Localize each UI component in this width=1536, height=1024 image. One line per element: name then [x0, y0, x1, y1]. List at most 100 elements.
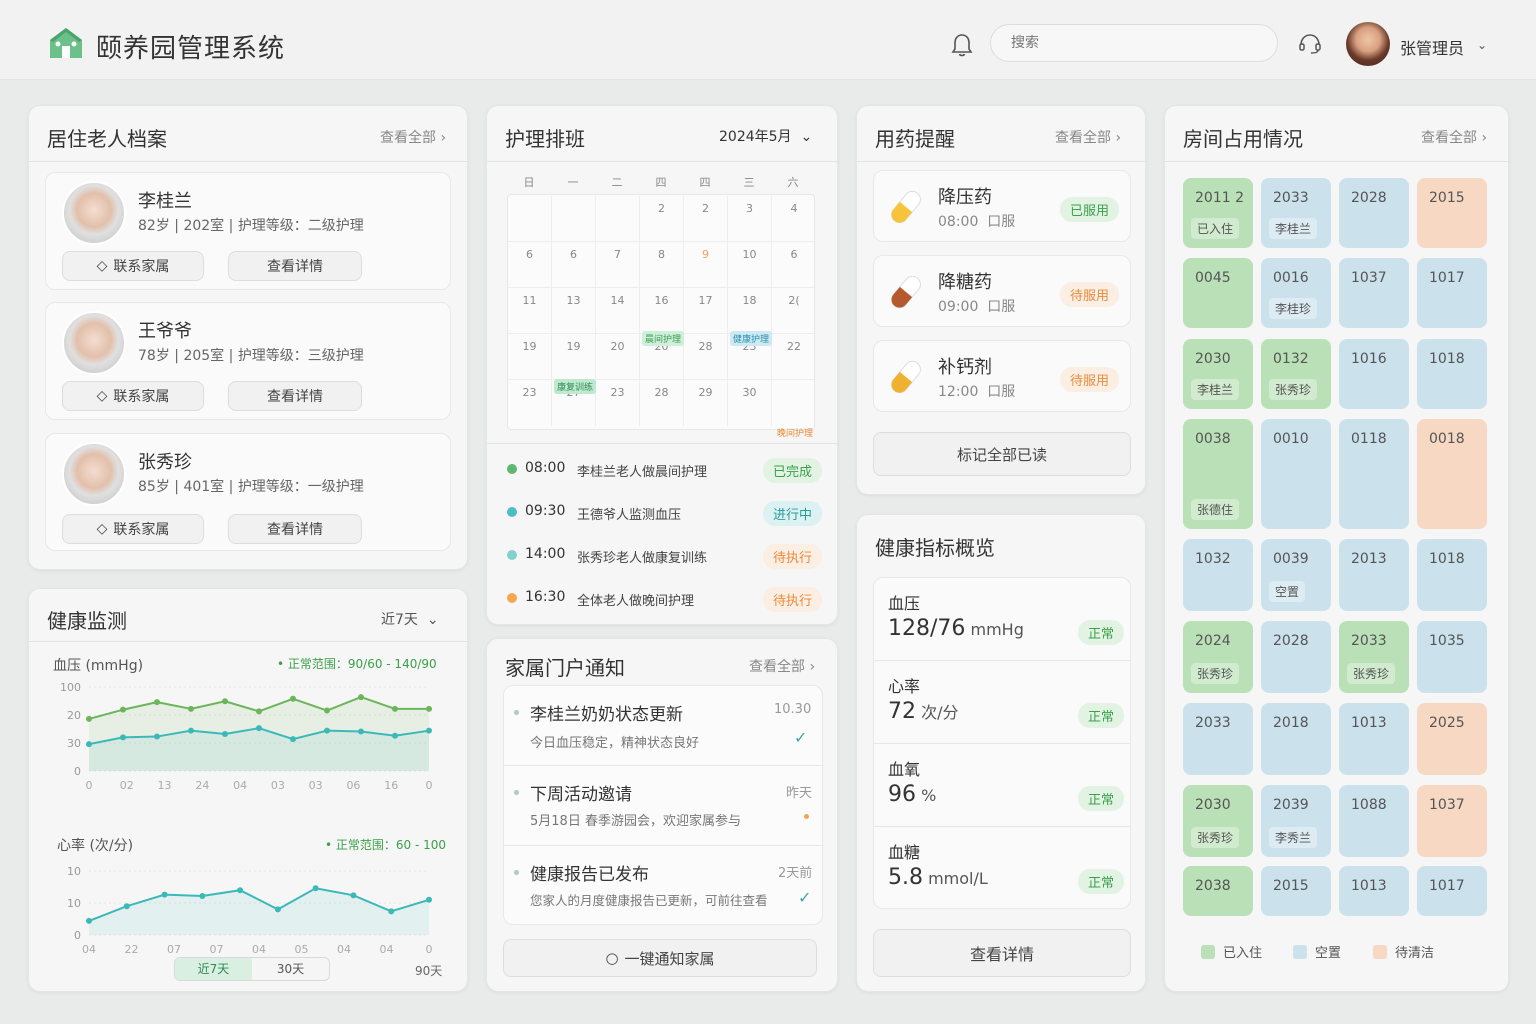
medication-item[interactable]: 降糖药 09:00 口服 待服用	[873, 255, 1131, 327]
calendar-day[interactable]	[552, 196, 596, 242]
data-point[interactable]	[188, 705, 194, 712]
month-selector[interactable]: 2024年5月 ⌄	[719, 126, 812, 146]
calendar-day[interactable]: 20	[596, 334, 640, 380]
search-box[interactable]	[990, 24, 1278, 62]
calendar-day[interactable]: 19	[552, 334, 596, 380]
data-point[interactable]	[154, 699, 160, 706]
calendar-day[interactable]: 4	[772, 196, 816, 242]
user-name[interactable]: 张管理员	[1400, 35, 1464, 59]
room-cell[interactable]: 2011 2 已入住	[1183, 178, 1253, 248]
calendar-day[interactable]	[596, 196, 640, 242]
room-cell[interactable]: 2024 张秀珍	[1183, 621, 1253, 693]
resident-card[interactable]: 王爷爷 78岁 | 205室 | 护理等级：三级护理 ◇ 联系家属 查看详情	[45, 302, 451, 420]
calendar-day[interactable]: 7	[596, 242, 640, 288]
room-cell[interactable]: 1035	[1417, 621, 1487, 693]
data-point[interactable]	[161, 891, 168, 898]
room-cell[interactable]: 0045	[1183, 258, 1253, 328]
view-details-button[interactable]: 查看详情	[228, 251, 362, 281]
data-point[interactable]	[392, 705, 398, 712]
mark-all-read-button[interactable]: 标记全部已读	[873, 432, 1131, 476]
calendar-day[interactable]: 6	[508, 242, 552, 288]
calendar-day[interactable]: 2(	[772, 288, 816, 334]
calendar-day[interactable]: 3	[728, 196, 772, 242]
calendar-day[interactable]: 22	[772, 334, 816, 380]
room-cell[interactable]: 0010	[1261, 419, 1331, 529]
contact-family-button[interactable]: ◇ 联系家属	[62, 251, 204, 281]
contact-family-button[interactable]: ◇ 联系家属	[62, 381, 204, 411]
data-point[interactable]	[199, 892, 206, 899]
data-point[interactable]	[312, 885, 319, 892]
data-point[interactable]	[120, 734, 126, 741]
calendar-day[interactable]	[508, 196, 552, 242]
calendar-day[interactable]: 29	[684, 380, 728, 426]
medication-item[interactable]: 降压药 08:00 口服 已服用	[873, 170, 1131, 242]
calendar-day[interactable]: 14	[596, 288, 640, 334]
room-cell[interactable]: 2030 李桂兰	[1183, 339, 1253, 409]
room-cell[interactable]: 1013	[1339, 703, 1409, 775]
room-cell[interactable]: 2039 李秀兰	[1261, 785, 1331, 857]
data-point[interactable]	[426, 727, 432, 734]
calendar-day[interactable]: 13	[552, 288, 596, 334]
calendar-day[interactable]: 2	[640, 196, 684, 242]
range-dropdown[interactable]: 近7天 ⌄	[381, 609, 439, 629]
schedule-tag[interactable]: 晨间护理	[642, 331, 685, 346]
range-30d-button[interactable]: 30天	[252, 958, 329, 980]
data-point[interactable]	[86, 715, 92, 722]
room-cell[interactable]: 2033	[1183, 703, 1253, 775]
room-cell[interactable]: 2038	[1183, 866, 1253, 916]
room-cell[interactable]: 2028	[1339, 178, 1409, 248]
calendar-day[interactable]: 18	[728, 288, 772, 334]
room-cell[interactable]: 2033 张秀珍	[1339, 621, 1409, 693]
data-point[interactable]	[86, 917, 92, 924]
data-point[interactable]	[290, 695, 296, 702]
resident-card[interactable]: 李桂兰 82岁 | 202室 | 护理等级：二级护理 ◇ 联系家属 查看详情	[45, 172, 451, 290]
data-point[interactable]	[222, 698, 228, 705]
calendar-day[interactable]: 23	[596, 380, 640, 426]
family-view-all[interactable]: 查看全部 ›	[749, 656, 815, 676]
calendar-day[interactable]: 11	[508, 288, 552, 334]
bell-icon[interactable]	[950, 32, 974, 58]
task-item[interactable]: 14:00 张秀珍老人做康复训练 待执行	[487, 534, 839, 577]
room-cell[interactable]: 1013	[1339, 866, 1409, 916]
search-input[interactable]	[991, 25, 1277, 61]
room-cell[interactable]: 1017	[1417, 258, 1487, 328]
calendar-day[interactable]: 28	[684, 334, 728, 380]
notice-item[interactable]: 健康报告已发布 您家人的月度健康报告已更新，可前往查看 2天前 ✓	[504, 846, 824, 926]
room-cell[interactable]: 2015	[1261, 866, 1331, 916]
room-cell[interactable]: 0039 空置	[1261, 539, 1331, 611]
task-item[interactable]: 16:30 全体老人做晚间护理 待执行	[487, 577, 839, 620]
room-cell[interactable]: 1016	[1339, 339, 1409, 409]
calendar-day[interactable]: 30	[728, 380, 772, 426]
room-cell[interactable]: 2018	[1261, 703, 1331, 775]
data-point[interactable]	[324, 727, 330, 734]
metric-row[interactable]: 血糖 5.8 mmol/L 正常	[874, 827, 1130, 910]
data-point[interactable]	[392, 732, 398, 739]
data-point[interactable]	[290, 736, 296, 743]
view-details-button[interactable]: 查看详情	[228, 514, 362, 544]
notify-family-button[interactable]: ○ 一键通知家属	[503, 939, 817, 977]
room-cell[interactable]: 1018	[1417, 539, 1487, 611]
data-point[interactable]	[154, 733, 160, 740]
room-cell[interactable]: 2030 张秀珍	[1183, 785, 1253, 857]
headset-icon[interactable]	[1298, 33, 1322, 55]
room-cell[interactable]: 2015	[1417, 178, 1487, 248]
room-cell[interactable]: 1037	[1339, 258, 1409, 328]
data-point[interactable]	[324, 707, 330, 714]
meds-view-all[interactable]: 查看全部 ›	[1055, 127, 1121, 147]
user-avatar[interactable]	[1346, 22, 1390, 66]
room-cell[interactable]: 0132 张秀珍	[1261, 339, 1331, 409]
data-point[interactable]	[222, 731, 228, 738]
residents-view-all[interactable]: 查看全部 ›	[380, 127, 446, 147]
calendar-day[interactable]: 23	[508, 380, 552, 426]
room-cell[interactable]: 1017	[1417, 866, 1487, 916]
range-90d-button[interactable]: 90天	[415, 962, 442, 979]
room-cell[interactable]: 0018	[1417, 419, 1487, 529]
schedule-tag[interactable]: 晚间护理	[774, 425, 816, 440]
calendar-day[interactable]: 17	[684, 288, 728, 334]
calendar-day[interactable]: 10	[728, 242, 772, 288]
task-item[interactable]: 08:00 李桂兰老人做晨间护理 已完成	[487, 448, 839, 491]
metric-row[interactable]: 血压 128/76 mmHg 正常	[874, 578, 1130, 661]
data-point[interactable]	[237, 887, 244, 894]
data-point[interactable]	[123, 903, 130, 910]
room-cell[interactable]: 0016 李桂珍	[1261, 258, 1331, 328]
